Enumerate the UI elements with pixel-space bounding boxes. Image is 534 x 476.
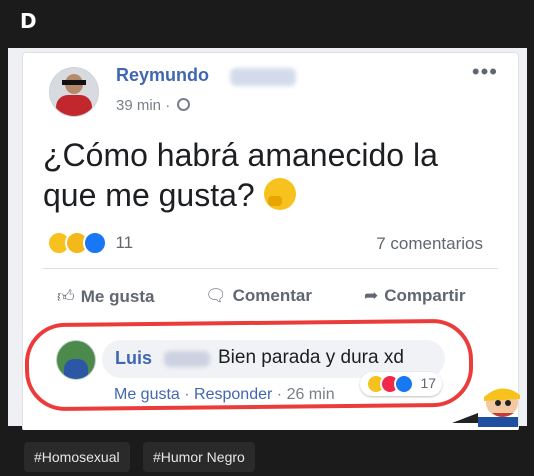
globe-icon [177,98,191,111]
comment-reply-link[interactable]: Responder [194,386,272,403]
comment-bubble-icon: 🗨︎ [205,286,227,305]
like-reaction-icon [394,374,414,394]
separator: · [276,386,287,403]
comment-actions: Me gusta · Responder · 26 min [114,386,335,404]
divider [43,268,498,269]
comments-count[interactable]: 7 comentarios [376,234,483,254]
reaction-count: 11 [115,233,134,252]
post-meta: 39 min · [116,97,191,114]
post-body: ¿Cómo habrá amanecido la que me gusta? [43,137,438,213]
comment-reaction-count: 17 [420,375,437,391]
author-avatar[interactable] [49,67,99,117]
author-name[interactable]: Reymundo [116,65,209,86]
comment-label: Comentar [232,286,312,305]
post-text: ¿Cómo habrá amanecido la que me gusta? [43,135,483,215]
top-bar: D [0,0,534,44]
share-label: Compartir [384,286,466,305]
commenter-avatar[interactable] [56,340,96,380]
separator: · [184,386,195,403]
like-label: Me gusta [80,287,155,306]
comment-text: Bien parada y dura xd [218,347,404,368]
blurred-surname [230,68,296,86]
like-reaction-icon [83,231,107,255]
share-arrow-icon: ➦ [364,286,379,305]
commenter-name[interactable]: Luis [115,348,152,369]
share-button[interactable]: ➦ Compartir [364,286,465,306]
tag-bar: #Homosexual #Humor Negro [0,430,534,476]
blurred-surname [164,351,210,367]
thinking-emoji-icon [263,178,296,210]
cartoon-sticker-icon [452,388,520,427]
comment-button[interactable]: 🗨︎ Comentar [205,286,312,306]
thumbs-up-icon: 👍︎ [57,287,75,306]
like-button[interactable]: 👍︎ Me gusta [57,286,154,307]
post-time[interactable]: 39 min · [116,97,170,114]
comment-time[interactable]: 26 min [287,386,335,403]
comment-reactions[interactable]: 17 [360,372,443,396]
more-options-icon[interactable]: ••• [472,59,498,85]
comment-like-link[interactable]: Me gusta [114,386,180,403]
tag-homosexual[interactable]: #Homosexual [24,442,130,472]
page-title: D [20,9,37,33]
tag-humor-negro[interactable]: #Humor Negro [143,442,255,472]
reaction-summary[interactable]: 11 [47,231,133,255]
post-actions: 👍︎ Me gusta 🗨︎ Comentar ➦ Compartir [49,286,509,310]
